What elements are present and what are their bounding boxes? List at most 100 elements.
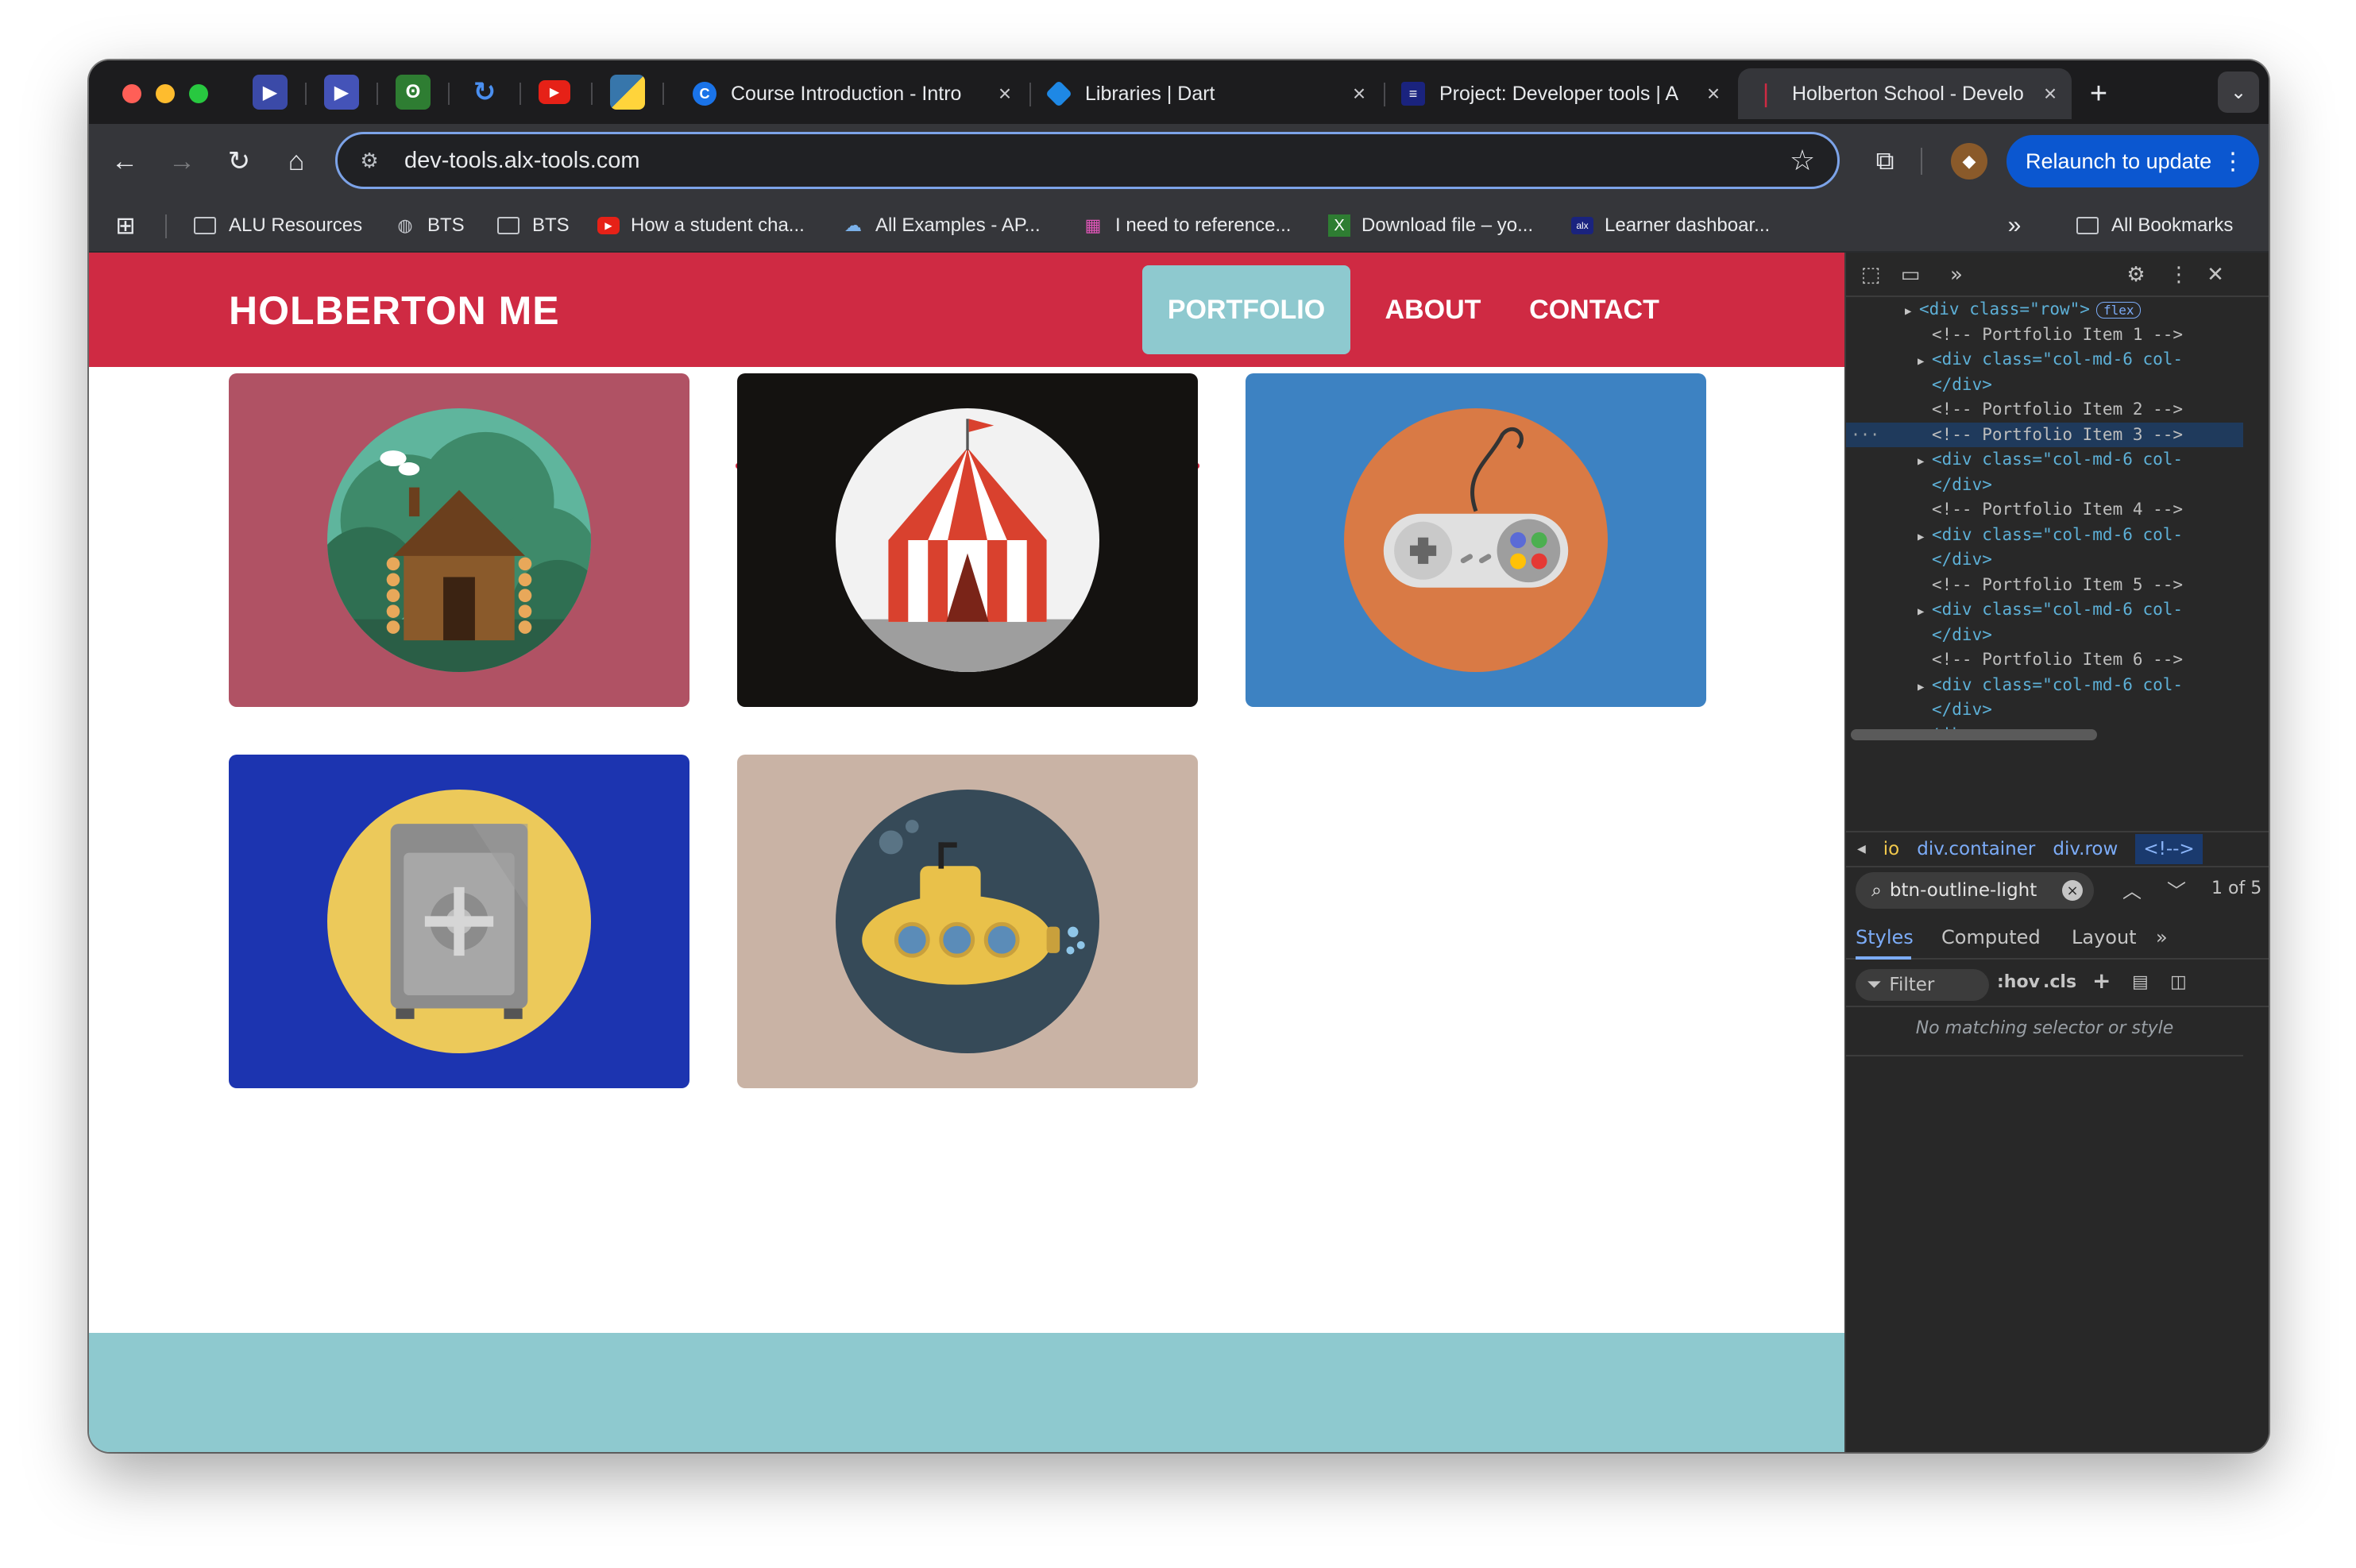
dom-tree[interactable]: ▶ <div class="row"> flex <!-- Portfolio Ite…: [1846, 297, 2243, 737]
breadcrumb-item[interactable]: div.container: [1917, 839, 2035, 859]
close-icon[interactable]: ×: [991, 80, 1018, 107]
bookmark-learner-dashboard[interactable]: alx Learner dashboar...: [1571, 210, 1770, 241]
dom-element-node[interactable]: ▶ <div class="col-md-6 col-: [1846, 597, 2243, 623]
pinned-tab-owl-icon[interactable]: ʘ: [396, 75, 431, 110]
dom-element-node[interactable]: ▶ <div class="col-md-6 col-: [1846, 447, 2243, 473]
portfolio-item-circus-tent[interactable]: [737, 373, 1198, 707]
dom-element-node[interactable]: </div>: [1846, 373, 2243, 398]
dom-comment-node[interactable]: <!-- Portfolio Item 2 -->: [1846, 397, 2243, 423]
dom-element-node[interactable]: ▶ <div class="row"> flex: [1846, 297, 2243, 322]
reload-button[interactable]: ↻: [219, 141, 259, 181]
cls-toggle[interactable]: .cls: [2043, 972, 2076, 992]
back-button[interactable]: ←: [105, 141, 145, 181]
dom-element-node[interactable]: </div>: [1846, 697, 2243, 723]
dom-horizontal-scrollbar[interactable]: [1851, 729, 2097, 740]
pinned-tab-python-icon[interactable]: [610, 75, 645, 110]
flex-badge[interactable]: flex: [2095, 302, 2142, 319]
tab-styles[interactable]: Styles: [1856, 926, 1914, 948]
new-tab-button[interactable]: +: [2081, 76, 2116, 111]
breadcrumb-item[interactable]: div.row: [2053, 839, 2118, 859]
portfolio-item-cabin[interactable]: [229, 373, 689, 707]
dom-comment-node[interactable]: <!-- Portfolio Item 4 -->: [1846, 497, 2243, 523]
close-icon[interactable]: ×: [1346, 80, 1373, 107]
tab-layout[interactable]: Layout: [2072, 926, 2137, 948]
node-menu-icon[interactable]: ···: [1851, 423, 1879, 448]
breadcrumb-scroll-left[interactable]: ◀: [1857, 843, 1866, 855]
dom-element-node[interactable]: ▶ <div class="col-md-6 col-: [1846, 673, 2243, 698]
search-prev-button[interactable]: ︿: [2122, 875, 2142, 903]
pinned-tab-youtube-icon[interactable]: ▶: [539, 80, 570, 104]
pinned-tab-sync-icon[interactable]: ↻: [467, 75, 502, 110]
styles-filter-input[interactable]: ⏷ Filter: [1856, 969, 1989, 1001]
search-next-button[interactable]: ﹀: [2167, 875, 2186, 903]
inspect-element-icon[interactable]: ⬚: [1856, 261, 1886, 289]
portfolio-item-safe[interactable]: [229, 755, 689, 1088]
nav-portfolio[interactable]: PORTFOLIO: [1142, 265, 1350, 354]
gear-icon[interactable]: ⚙: [2121, 261, 2151, 289]
tab-holberton-school[interactable]: ❘ Holberton School - Develo ×: [1738, 68, 2072, 119]
expand-triangle-icon[interactable]: ▶: [1918, 525, 1932, 550]
close-icon[interactable]: ✕: [2200, 261, 2230, 289]
home-button[interactable]: ⌂: [276, 141, 316, 181]
expand-triangle-icon[interactable]: ▶: [1918, 675, 1932, 701]
bookmark-bts-globe[interactable]: ◍ BTS: [394, 210, 464, 241]
close-icon[interactable]: ×: [1700, 80, 1727, 107]
apps-grid-icon[interactable]: ⊞: [114, 210, 148, 241]
breadcrumb-item-selected[interactable]: <!-->: [2135, 834, 2203, 864]
bookmark-star-icon[interactable]: ☆: [1783, 141, 1821, 180]
dom-element-node[interactable]: </div>: [1846, 473, 2243, 498]
tab-libraries-dart[interactable]: Libraries | Dart ×: [1031, 68, 1381, 119]
tab-computed[interactable]: Computed: [1941, 926, 2041, 948]
bookmark-download-file[interactable]: X Download file – yo...: [1328, 210, 1533, 241]
expand-triangle-icon[interactable]: ▶: [1905, 299, 1919, 325]
maximize-window-button[interactable]: [189, 84, 208, 103]
relaunch-button[interactable]: Relaunch to update ⋮: [2006, 135, 2259, 187]
add-rule-icon[interactable]: +: [2092, 967, 2111, 994]
bookmarks-overflow-button[interactable]: »: [2003, 210, 2037, 241]
expand-triangle-icon[interactable]: ▶: [1918, 450, 1932, 475]
site-settings-icon[interactable]: ⚙: [353, 145, 385, 176]
close-window-button[interactable]: [122, 84, 141, 103]
expand-triangle-icon[interactable]: ▶: [1918, 350, 1932, 375]
close-icon[interactable]: ×: [2037, 80, 2064, 107]
minimize-window-button[interactable]: [156, 84, 175, 103]
profile-avatar[interactable]: ◆: [1951, 143, 1987, 180]
sidebar-toggle-icon[interactable]: ◫: [2170, 972, 2187, 992]
bookmark-how-a-student[interactable]: ▶ How a student cha...: [597, 210, 805, 241]
address-bar[interactable]: ⚙ dev-tools.alx-tools.com ☆: [335, 132, 1840, 189]
hov-toggle[interactable]: :hov: [1997, 972, 2040, 992]
dom-comment-node[interactable]: <!-- Portfolio Item 6 -->: [1846, 647, 2243, 673]
dom-search-input[interactable]: ⌕ btn-outline-light ×: [1856, 872, 2094, 909]
nav-about[interactable]: ABOUT: [1377, 265, 1489, 354]
bookmark-folder-alu-resources[interactable]: ALU Resources: [194, 210, 362, 241]
dom-element-node[interactable]: </div>: [1846, 623, 2243, 648]
dom-element-node[interactable]: ▶ <div class="col-md-6 col-: [1846, 347, 2243, 373]
bookmark-all-examples[interactable]: ☁ All Examples - AP...: [842, 210, 1041, 241]
url-text[interactable]: dev-tools.alx-tools.com: [404, 148, 1783, 174]
more-tabs-icon[interactable]: »: [1941, 261, 1972, 289]
dom-element-node[interactable]: ▶ <div class="col-md-6 col-: [1846, 523, 2243, 548]
forward-button[interactable]: →: [162, 141, 202, 181]
bookmark-folder-bts[interactable]: BTS: [497, 210, 570, 241]
dom-comment-node[interactable]: ··· <!-- Portfolio Item 3 -->: [1846, 422, 2243, 448]
kebab-menu-icon[interactable]: ⋮: [2164, 261, 2194, 289]
tab-course-introduction[interactable]: C Course Introduction - Intro ×: [677, 68, 1026, 119]
all-bookmarks-button[interactable]: All Bookmarks: [2076, 210, 2233, 241]
site-brand[interactable]: HOLBERTON ME: [229, 288, 560, 334]
portfolio-item-submarine[interactable]: [737, 755, 1198, 1088]
nav-contact[interactable]: CONTACT: [1519, 265, 1670, 354]
more-panels-icon[interactable]: »: [2156, 926, 2168, 948]
tab-project-developer-tools[interactable]: ≡ Project: Developer tools | A ×: [1385, 68, 1735, 119]
dom-comment-node[interactable]: <!-- Portfolio Item 1 -->: [1846, 322, 2243, 348]
tab-search-button[interactable]: ⌄: [2218, 71, 2259, 113]
paint-brush-icon[interactable]: ▤: [2132, 972, 2149, 992]
extensions-icon[interactable]: ⧉: [1867, 143, 1903, 180]
expand-triangle-icon[interactable]: ▶: [1918, 600, 1932, 625]
clear-search-icon[interactable]: ×: [2062, 880, 2083, 901]
dom-element-node[interactable]: </div>: [1846, 547, 2243, 573]
device-toolbar-icon[interactable]: ▭: [1895, 261, 1925, 289]
pinned-tab-play-icon[interactable]: ▶: [324, 75, 359, 110]
portfolio-item-game-controller[interactable]: [1246, 373, 1706, 707]
dom-comment-node[interactable]: <!-- Portfolio Item 5 -->: [1846, 573, 2243, 598]
breadcrumb-item[interactable]: io: [1883, 839, 1899, 859]
